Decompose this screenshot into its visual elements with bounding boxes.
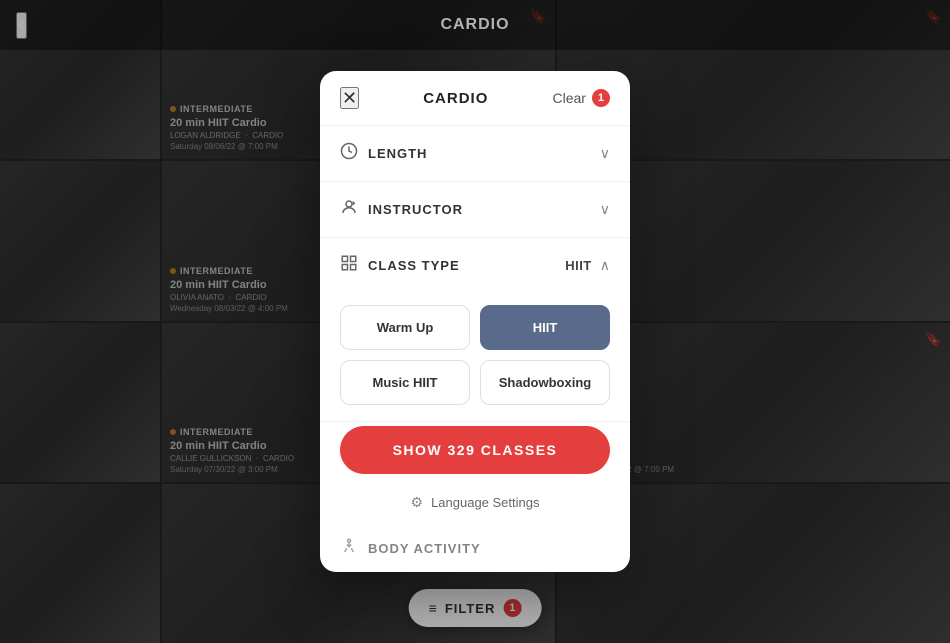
- filter-section-class-type-header[interactable]: CLASS TYPE HIIT ∧: [320, 238, 630, 293]
- modal-close-button[interactable]: ✕: [340, 87, 359, 109]
- language-settings[interactable]: ⚙ Language Settings: [320, 490, 630, 525]
- modal-clear-badge: 1: [592, 89, 610, 107]
- length-chevron-icon: ∨: [600, 145, 610, 162]
- instructor-icon: [340, 198, 358, 221]
- modal-body: LENGTH ∨: [320, 126, 630, 572]
- filter-modal: ✕ CARDIO Clear 1: [320, 71, 630, 572]
- filter-section-instructor-header[interactable]: INSTRUCTOR ∨: [320, 182, 630, 237]
- class-type-shadowboxing[interactable]: Shadowboxing: [480, 360, 610, 405]
- body-activity-label: BODY ACTIVITY: [368, 541, 481, 556]
- body-activity-icon: [340, 537, 358, 560]
- class-type-hiit[interactable]: HIIT: [480, 305, 610, 350]
- class-type-value: HIIT: [565, 258, 592, 273]
- language-settings-icon: ⚙: [411, 494, 424, 511]
- modal-header: ✕ CARDIO Clear 1: [320, 71, 630, 126]
- clock-icon: [340, 142, 358, 165]
- length-label: LENGTH: [368, 146, 427, 161]
- language-settings-label: Language Settings: [431, 495, 539, 510]
- class-type-warm-up[interactable]: Warm Up: [340, 305, 470, 350]
- modal-title: CARDIO: [423, 90, 488, 107]
- class-type-chevron-icon: ∧: [600, 257, 610, 274]
- class-type-music-hiit[interactable]: Music HIIT: [340, 360, 470, 405]
- class-type-grid: Warm Up HIIT Music HIIT Shadowboxing: [320, 293, 630, 421]
- modal-overlay: ✕ CARDIO Clear 1: [0, 0, 950, 643]
- class-type-label: CLASS TYPE: [368, 258, 460, 273]
- filter-section-class-type: CLASS TYPE HIIT ∧ Warm Up HIIT Music HII…: [320, 238, 630, 422]
- filter-section-instructor: INSTRUCTOR ∨: [320, 182, 630, 238]
- filter-section-length: LENGTH ∨: [320, 126, 630, 182]
- filter-section-length-header[interactable]: LENGTH ∨: [320, 126, 630, 181]
- modal-clear-button[interactable]: Clear 1: [553, 89, 610, 107]
- show-classes-button[interactable]: SHOW 329 CLASSES: [340, 426, 610, 474]
- class-type-icon: [340, 254, 358, 277]
- instructor-chevron-icon: ∨: [600, 201, 610, 218]
- filter-section-body-activity: BODY ACTIVITY: [320, 525, 630, 572]
- modal-clear-label: Clear: [553, 90, 586, 106]
- instructor-label: INSTRUCTOR: [368, 202, 463, 217]
